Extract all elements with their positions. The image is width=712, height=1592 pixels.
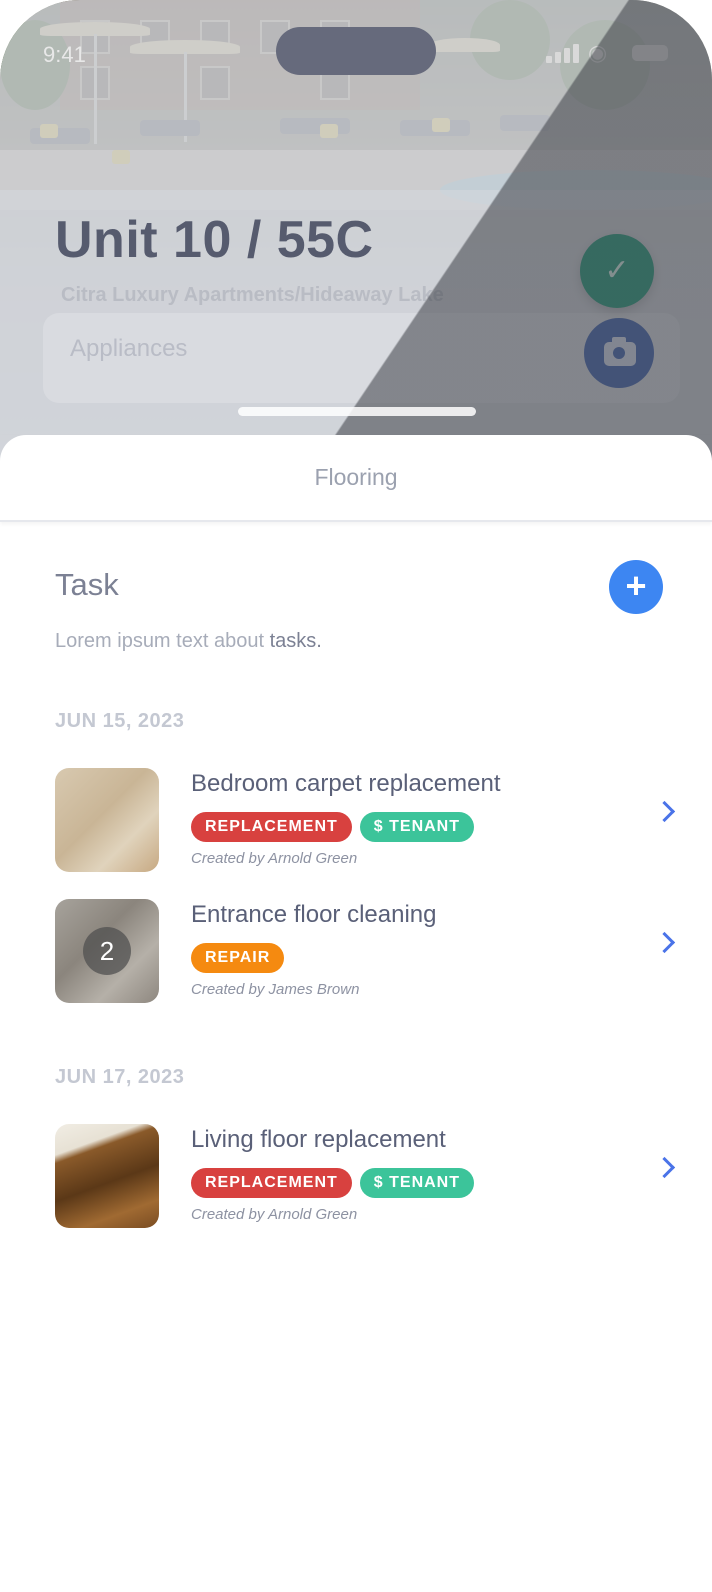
date-header: JUN 17, 2023	[55, 1066, 185, 1088]
signal-icon	[546, 56, 552, 63]
task-row[interactable]: Bedroom carpet replacement REPLACEMENT $ …	[55, 768, 676, 872]
task-creator: Created by James Brown	[191, 981, 360, 998]
task-sheet: Flooring Task + Lorem ipsum text about t…	[0, 435, 712, 1592]
battery-icon	[632, 45, 668, 61]
task-thumbnail	[55, 1124, 159, 1228]
task-creator: Created by Arnold Green	[191, 1206, 358, 1223]
confirm-button[interactable]: ✓	[580, 234, 654, 308]
photo-count-badge: 2	[83, 927, 131, 975]
task-thumbnail: 2	[55, 899, 159, 1003]
signal-bar	[573, 44, 579, 63]
task-heading: Task	[55, 567, 119, 602]
chevron-right-icon[interactable]	[653, 931, 676, 954]
property-name: Citra Luxury Apartments/Hideaway Lake	[61, 284, 444, 306]
camera-button[interactable]	[584, 318, 654, 388]
task-tags: REPLACEMENT $ TENANT	[191, 812, 482, 844]
tag-tenant: $ TENANT	[359, 1168, 475, 1198]
task-title: Entrance floor cleaning	[191, 901, 437, 928]
status-bar: 9:41 ◉	[0, 0, 712, 100]
signal-bar	[555, 52, 561, 63]
task-title: Living floor replacement	[191, 1126, 446, 1153]
tag-replacement: REPLACEMENT	[191, 1168, 352, 1198]
task-row[interactable]: 2 Entrance floor cleaning REPAIR Created…	[55, 899, 676, 1003]
plus-icon: +	[625, 565, 647, 606]
task-row[interactable]: Living floor replacement REPLACEMENT $ TE…	[55, 1124, 676, 1228]
date-header: JUN 15, 2023	[55, 710, 185, 732]
check-icon: ✓	[604, 254, 630, 287]
task-description-highlight: tasks.	[269, 630, 322, 652]
app-screen: 9:41 ◉ Unit 10 / 55C Citra Luxury Apartm…	[0, 0, 712, 1592]
tag-tenant: $ TENANT	[359, 812, 475, 842]
task-description-text: Lorem ipsum text about	[55, 630, 270, 652]
task-tags: REPLACEMENT $ TENANT	[191, 1168, 482, 1200]
tag-replacement: REPLACEMENT	[191, 812, 352, 842]
signal-bar	[564, 48, 570, 63]
chevron-right-icon[interactable]	[653, 800, 676, 823]
wifi-icon: ◉	[588, 40, 608, 65]
unit-title: Unit 10 / 55C	[55, 211, 374, 269]
task-title: Bedroom carpet replacement	[191, 770, 501, 797]
dynamic-island	[276, 27, 436, 75]
sheet-title: Flooring	[314, 464, 398, 490]
category-field-value: Appliances	[70, 335, 188, 362]
tag-repair: REPAIR	[191, 943, 285, 973]
status-time: 9:41	[43, 42, 86, 67]
add-task-button[interactable]: +	[609, 560, 663, 614]
sheet-header: Flooring	[0, 435, 712, 522]
home-indicator	[238, 407, 476, 416]
task-thumbnail	[55, 768, 159, 872]
chevron-right-icon[interactable]	[653, 1156, 676, 1179]
task-tags: REPAIR	[191, 943, 292, 975]
task-description: Lorem ipsum text about tasks.	[55, 630, 322, 653]
task-creator: Created by Arnold Green	[191, 850, 358, 867]
